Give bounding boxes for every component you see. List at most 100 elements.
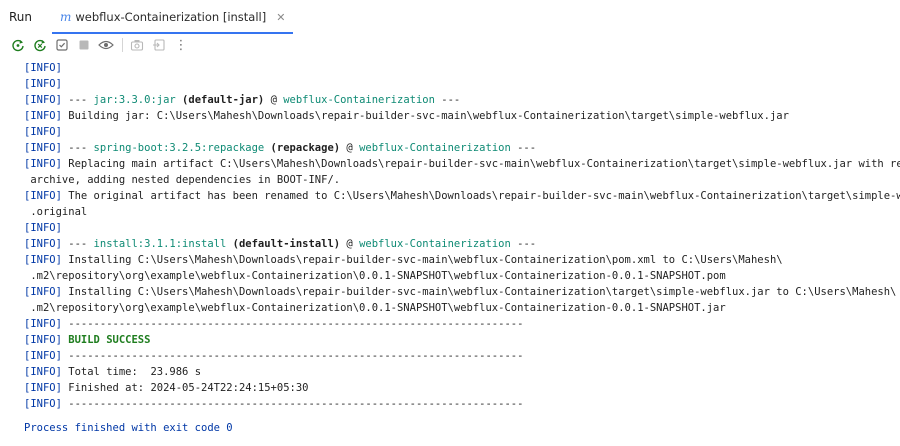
log-text: Total time: 23.986 s — [61, 366, 202, 378]
log-text: Installing C:\Users\Mahesh\Downloads\rep… — [61, 254, 783, 266]
console-line: .m2\repository\org\example\webflux-Conta… — [24, 300, 726, 316]
plugin-goal: jar:3.3.0:jar — [93, 94, 176, 106]
console-line: [INFO] ---------------------------------… — [24, 396, 523, 412]
tab-title: webflux-Containerization [install] — [75, 10, 267, 24]
log-level: [INFO] — [24, 126, 62, 138]
console-line: [INFO] — [24, 60, 62, 76]
console-output[interactable]: [INFO] [INFO] [INFO] --- jar:3.3.0:jar (de… — [0, 56, 900, 446]
log-level: [INFO] — [24, 238, 62, 250]
view-options-icon — [98, 40, 114, 50]
console-line: [INFO] --- spring-boot:3.2.5:repackage (… — [24, 140, 536, 156]
console-line: [INFO] Total time: 23.986 s — [24, 364, 201, 380]
console-line: [INFO] — [24, 220, 62, 236]
console-line: [INFO] Finished at: 2024-05-24T22:24:15+… — [24, 380, 308, 396]
console-line: archive, adding nested dependencies in B… — [24, 172, 340, 188]
log-text: ----------------------------------------… — [61, 398, 524, 410]
log-level: [INFO] — [24, 94, 62, 106]
log-text: Building jar: C:\Users\Mahesh\Downloads\… — [61, 110, 789, 122]
console-line: .original — [24, 204, 87, 220]
console-line: [INFO] Installing C:\Users\Mahesh\Downlo… — [24, 284, 896, 300]
project-name: webflux-Containerization — [359, 142, 511, 154]
continuation-text: .original — [30, 206, 88, 218]
log-level: [INFO] — [24, 142, 62, 154]
execution-id: (default-install) — [226, 238, 341, 250]
log-text: ----------------------------------------… — [61, 350, 524, 362]
rerun-button[interactable] — [8, 35, 28, 55]
toggle-tree-button[interactable] — [52, 35, 72, 55]
console-line: [INFO] Installing C:\Users\Mahesh\Downlo… — [24, 252, 783, 268]
at-sign: @ — [340, 238, 360, 250]
log-level: [INFO] — [24, 222, 62, 234]
log-level: [INFO] — [24, 78, 62, 90]
tab-webflux-install[interactable]: m webflux-Containerization [install] ✕ — [52, 0, 294, 34]
console-line: [INFO] --- jar:3.3.0:jar (default-jar) @… — [24, 92, 460, 108]
more-options-button[interactable]: ⋮ — [171, 35, 191, 55]
console-line: [INFO] ---------------------------------… — [24, 348, 523, 364]
more-options-icon: ⋮ — [174, 37, 188, 53]
rerun-failed-button[interactable] — [30, 35, 50, 55]
log-level: [INFO] — [24, 382, 62, 394]
log-level: [INFO] — [24, 62, 62, 74]
restore-layout-button[interactable] — [149, 35, 169, 55]
log-level: [INFO] — [24, 110, 62, 122]
screenshot-button[interactable] — [127, 35, 147, 55]
log-level: [INFO] — [24, 334, 62, 346]
console-line: [INFO] Replacing main artifact C:\Users\… — [24, 156, 900, 172]
continuation-text: .m2\repository\org\example\webflux-Conta… — [30, 270, 726, 282]
continuation-text: .m2\repository\org\example\webflux-Conta… — [30, 302, 726, 314]
build-success: BUILD SUCCESS — [61, 334, 151, 346]
view-options-button[interactable] — [96, 35, 116, 55]
project-name: webflux-Containerization — [359, 238, 511, 250]
log-level: [INFO] — [24, 318, 62, 330]
console-line: [INFO] — [24, 124, 62, 140]
console-line: [INFO] Building jar: C:\Users\Mahesh\Dow… — [24, 108, 789, 124]
log-level: [INFO] — [24, 350, 62, 362]
console-line: [INFO] --- install:3.1.1:install (defaul… — [24, 236, 536, 252]
process-exit-message: Process finished with exit code 0 — [24, 422, 233, 434]
stop-button[interactable] — [74, 35, 94, 55]
log-prefix: --- — [61, 238, 94, 250]
log-text: Finished at: 2024-05-24T22:24:15+05:30 — [61, 382, 309, 394]
log-text: Replacing main artifact C:\Users\Mahesh\… — [61, 158, 900, 170]
log-text: Installing C:\Users\Mahesh\Downloads\rep… — [61, 286, 897, 298]
console-line: [INFO] ---------------------------------… — [24, 316, 523, 332]
log-prefix: --- — [61, 142, 94, 154]
console-line: .m2\repository\org\example\webflux-Conta… — [24, 268, 726, 284]
log-text: The original artifact has been renamed t… — [61, 190, 900, 202]
rerun-failed-icon — [34, 39, 46, 52]
run-tool-window: Run m webflux-Containerization [install]… — [0, 0, 900, 446]
log-level: [INFO] — [24, 366, 62, 378]
log-level: [INFO] — [24, 286, 62, 298]
continuation-text: archive, adding nested dependencies in B… — [30, 174, 341, 186]
log-suffix: --- — [510, 238, 537, 250]
execution-id: (default-jar) — [175, 94, 265, 106]
maven-icon: m — [60, 10, 72, 24]
plugin-goal: spring-boot:3.2.5:repackage — [93, 142, 265, 154]
console-line: [INFO] BUILD SUCCESS — [24, 332, 150, 348]
run-tab-bar: Run m webflux-Containerization [install]… — [0, 0, 900, 34]
log-level: [INFO] — [24, 254, 62, 266]
screenshot-icon — [130, 40, 144, 51]
at-sign: @ — [340, 142, 360, 154]
run-toolbar: ⋮ — [0, 34, 900, 56]
stop-icon — [79, 40, 89, 50]
close-icon[interactable]: ✕ — [276, 11, 285, 24]
plugin-goal: install:3.1.1:install — [93, 238, 227, 250]
at-sign: @ — [264, 94, 284, 106]
toolbar-separator — [122, 38, 123, 52]
rerun-icon — [12, 39, 24, 52]
console-line: [INFO] The original artifact has been re… — [24, 188, 900, 204]
log-text: ----------------------------------------… — [61, 318, 524, 330]
log-suffix: --- — [510, 142, 537, 154]
console-line: [INFO] — [24, 76, 62, 92]
log-level: [INFO] — [24, 190, 62, 202]
execution-id: (repackage) — [264, 142, 341, 154]
log-suffix: --- — [434, 94, 461, 106]
log-prefix: --- — [61, 94, 94, 106]
log-level: [INFO] — [24, 398, 62, 410]
toggle-tree-icon — [56, 39, 68, 51]
restore-layout-icon — [153, 39, 165, 51]
project-name: webflux-Containerization — [283, 94, 435, 106]
log-level: [INFO] — [24, 158, 62, 170]
run-label: Run — [9, 10, 33, 24]
